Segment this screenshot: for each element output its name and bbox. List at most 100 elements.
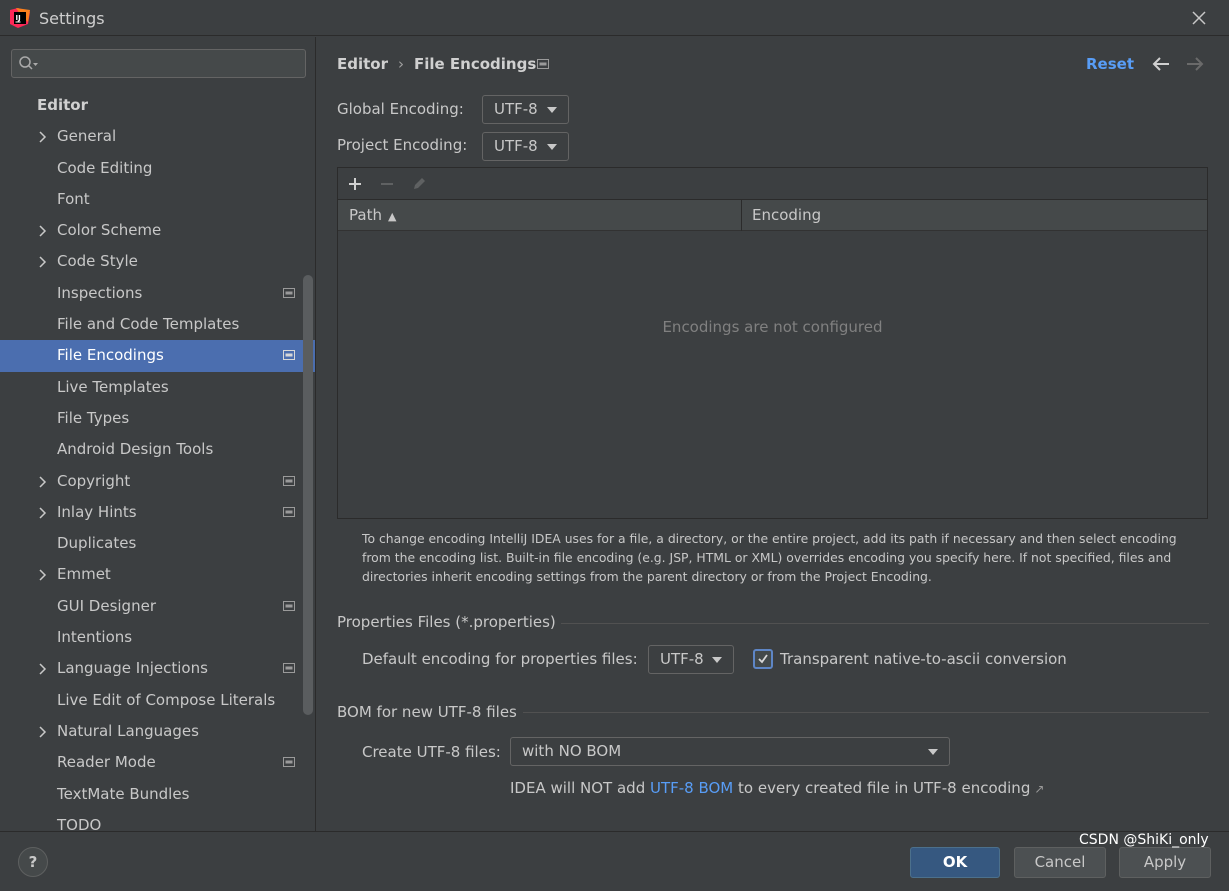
apply-button[interactable]: Apply	[1119, 847, 1211, 878]
sidebar-item-code-style[interactable]: Code Style	[0, 246, 315, 277]
sidebar-item-label: Emmet	[57, 565, 111, 584]
chevron-right-icon[interactable]	[37, 476, 49, 488]
table-header: Path ▲ Encoding	[338, 200, 1207, 231]
sidebar-item-inspections[interactable]: Inspections	[0, 278, 315, 309]
bom-note-suffix: to every created file in UTF-8 encoding	[733, 779, 1031, 797]
sidebar-item-android-design-tools[interactable]: Android Design Tools	[0, 434, 315, 465]
sidebar-item-label: Language Injections	[57, 659, 208, 678]
reset-link[interactable]: Reset	[1086, 55, 1134, 73]
sidebar-item-live-edit-of-compose-literals[interactable]: Live Edit of Compose Literals	[0, 685, 315, 716]
chevron-right-icon[interactable]	[37, 726, 49, 738]
table-toolbar	[338, 168, 1207, 200]
tree-header-editor[interactable]: Editor	[0, 90, 315, 121]
properties-default-label: Default encoding for properties files:	[362, 650, 638, 668]
sidebar-scrollbar[interactable]	[303, 275, 313, 715]
project-level-icon	[283, 350, 295, 361]
sidebar-item-file-and-code-templates[interactable]: File and Code Templates	[0, 309, 315, 340]
sidebar-item-live-templates[interactable]: Live Templates	[0, 372, 315, 403]
sidebar-item-inlay-hints[interactable]: Inlay Hints	[0, 497, 315, 528]
chevron-right-icon[interactable]	[37, 131, 49, 143]
project-level-icon	[283, 287, 295, 298]
chevron-down-icon	[712, 657, 722, 663]
sidebar-item-intentions[interactable]: Intentions	[0, 622, 315, 653]
native-to-ascii-label[interactable]: Transparent native-to-ascii conversion	[780, 650, 1067, 668]
chevron-down-icon	[928, 749, 938, 755]
sidebar-item-file-encodings[interactable]: File Encodings	[0, 340, 315, 372]
properties-encoding-combo[interactable]: UTF-8	[648, 645, 734, 674]
close-icon[interactable]	[1189, 8, 1209, 28]
forward-arrow-icon[interactable]	[1185, 55, 1205, 73]
sidebar-item-duplicates[interactable]: Duplicates	[0, 528, 315, 559]
sidebar-item-label: Natural Languages	[57, 721, 199, 740]
bom-combo-value: with NO BOM	[522, 742, 622, 760]
sidebar-item-textmate-bundles[interactable]: TextMate Bundles	[0, 779, 315, 810]
sidebar-item-emmet[interactable]: Emmet	[0, 559, 315, 590]
global-encoding-value: UTF-8	[494, 100, 538, 118]
chevron-right-icon[interactable]	[37, 569, 49, 581]
sidebar-item-general[interactable]: General	[0, 121, 315, 152]
native-to-ascii-checkbox[interactable]	[753, 649, 773, 669]
bom-combo[interactable]: with NO BOM	[510, 737, 950, 766]
bom-note: IDEA will NOT add UTF-8 BOM to every cre…	[510, 779, 1044, 797]
back-arrow-icon[interactable]	[1151, 55, 1171, 73]
sidebar-item-natural-languages[interactable]: Natural Languages	[0, 716, 315, 747]
chevron-right-icon[interactable]	[37, 663, 49, 675]
settings-tree: Editor General Code Editing Font Color Sche…	[0, 90, 315, 831]
search-icon	[19, 56, 38, 70]
breadcrumb-parent[interactable]: Editor	[337, 55, 388, 73]
dialog-footer: ? OK Cancel Apply	[0, 831, 1229, 891]
edit-pencil-icon[interactable]	[411, 176, 427, 192]
cancel-button[interactable]: Cancel	[1014, 847, 1106, 878]
properties-section-title: Properties Files (*.properties)	[337, 613, 556, 631]
sidebar-item-label: TextMate Bundles	[57, 784, 190, 803]
global-encoding-combo[interactable]: UTF-8	[482, 95, 569, 124]
global-encoding-label: Global Encoding:	[337, 100, 464, 118]
section-divider	[561, 623, 1209, 624]
sidebar-item-label: Font	[57, 189, 90, 208]
sidebar-item-label: Inspections	[57, 283, 143, 302]
window-title: Settings	[39, 9, 105, 28]
sidebar-item-font[interactable]: Font	[0, 184, 315, 215]
bom-note-prefix: IDEA will NOT add	[510, 779, 650, 797]
encodings-table: Path ▲ Encoding Encodings are not configu…	[337, 167, 1208, 519]
svg-text:IJ: IJ	[16, 14, 21, 22]
main-panel: Editor › File Encodings Reset Global Encod…	[317, 37, 1229, 831]
sidebar-item-gui-designer[interactable]: GUI Designer	[0, 591, 315, 622]
ok-button[interactable]: OK	[910, 847, 1000, 878]
column-header-path[interactable]: Path ▲	[338, 200, 742, 231]
table-empty-text: Encodings are not configured	[662, 318, 883, 336]
project-encoding-combo[interactable]: UTF-8	[482, 132, 569, 161]
sidebar-item-todo[interactable]: TODO	[0, 810, 315, 831]
project-level-icon	[283, 663, 295, 674]
sidebar-item-file-types[interactable]: File Types	[0, 403, 315, 434]
sidebar-item-label: Live Edit of Compose Literals	[57, 690, 276, 709]
chevron-right-icon[interactable]	[37, 256, 49, 269]
chevron-right-icon[interactable]	[37, 507, 49, 519]
sidebar-item-language-injections[interactable]: Language Injections	[0, 653, 315, 684]
sidebar-item-code-editing[interactable]: Code Editing	[0, 153, 315, 184]
sidebar-item-color-scheme[interactable]: Color Scheme	[0, 215, 315, 246]
external-link-icon[interactable]: ↗	[1034, 782, 1044, 796]
sidebar-item-label: File Types	[57, 408, 130, 427]
sidebar-item-label: Live Templates	[57, 377, 169, 396]
chevron-down-icon	[547, 144, 557, 150]
breadcrumb: Editor › File Encodings	[337, 55, 536, 73]
search-input[interactable]	[11, 49, 306, 78]
project-encoding-value: UTF-8	[494, 137, 538, 155]
breadcrumb-current: File Encodings	[414, 55, 537, 73]
chevron-right-icon[interactable]	[37, 225, 49, 237]
help-button[interactable]: ?	[18, 847, 48, 877]
sidebar-item-label: File and Code Templates	[57, 315, 240, 334]
add-icon[interactable]	[347, 176, 363, 192]
sort-ascending-icon: ▲	[387, 210, 397, 223]
utf8-bom-link[interactable]: UTF-8 BOM	[650, 779, 733, 797]
sidebar-item-label: File Encodings	[57, 346, 164, 365]
sidebar-item-label: Intentions	[57, 628, 133, 647]
sidebar-item-label: GUI Designer	[57, 596, 156, 615]
sidebar-item-label: Color Scheme	[57, 221, 162, 240]
remove-icon[interactable]	[379, 176, 395, 192]
column-header-encoding[interactable]: Encoding	[742, 200, 1207, 231]
sidebar-item-copyright[interactable]: Copyright	[0, 466, 315, 497]
sidebar-item-reader-mode[interactable]: Reader Mode	[0, 747, 315, 778]
bom-section-title: BOM for new UTF-8 files	[337, 703, 517, 721]
